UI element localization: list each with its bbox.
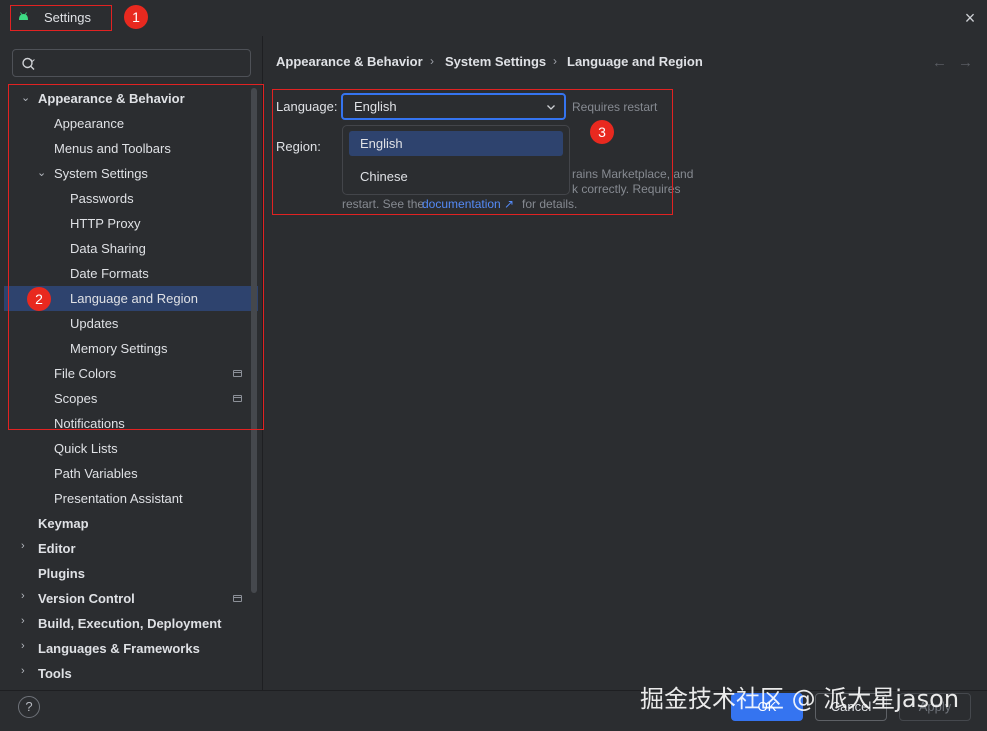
breadcrumb-current: Language and Region: [567, 54, 703, 69]
annotation-box-2: [8, 84, 264, 430]
annotation-box-3: [272, 89, 673, 215]
sidebar-item-languages-frameworks[interactable]: Languages & Frameworks: [38, 636, 200, 661]
breadcrumb-item[interactable]: System Settings: [445, 54, 546, 69]
annotation-box-1: [10, 5, 112, 31]
chevron-right-icon[interactable]: ›: [21, 666, 31, 677]
chevron-right-icon[interactable]: ›: [21, 616, 31, 627]
breadcrumb-separator: ›: [553, 54, 557, 68]
annotation-badge-3: 3: [590, 120, 614, 144]
sidebar-item-keymap[interactable]: Keymap: [38, 511, 89, 536]
back-arrow-icon[interactable]: ←: [932, 54, 947, 71]
sidebar-item-plugins[interactable]: Plugins: [38, 561, 85, 586]
sidebar-item-path-variables[interactable]: Path Variables: [54, 461, 138, 486]
chevron-right-icon[interactable]: ›: [21, 541, 31, 552]
title-bar: Settings ×: [0, 0, 987, 36]
close-icon[interactable]: ×: [960, 8, 980, 28]
chevron-right-icon[interactable]: ›: [21, 641, 31, 652]
annotation-badge-1: 1: [124, 5, 148, 29]
sidebar-item-build-execution-deployment[interactable]: Build, Execution, Deployment: [38, 611, 221, 636]
help-icon[interactable]: ?: [18, 696, 40, 718]
sidebar-item-tools[interactable]: Tools: [38, 661, 72, 686]
sidebar-item-version-control[interactable]: Version Control: [38, 586, 135, 611]
search-icon: [22, 57, 35, 70]
sidebar-item-quick-lists[interactable]: Quick Lists: [54, 436, 118, 461]
chevron-right-icon[interactable]: ›: [21, 591, 31, 602]
project-level-icon: [233, 595, 242, 602]
sidebar-item-editor[interactable]: Editor: [38, 536, 76, 561]
annotation-badge-2: 2: [27, 287, 51, 311]
breadcrumb-separator: ›: [430, 54, 434, 68]
breadcrumb-item[interactable]: Appearance & Behavior: [276, 54, 423, 69]
sidebar-item-presentation-assistant[interactable]: Presentation Assistant: [54, 486, 183, 511]
forward-arrow-icon[interactable]: →: [958, 54, 973, 71]
watermark: 掘金技术社区 @ 派大星jason: [640, 685, 960, 713]
search-input[interactable]: [12, 49, 251, 77]
